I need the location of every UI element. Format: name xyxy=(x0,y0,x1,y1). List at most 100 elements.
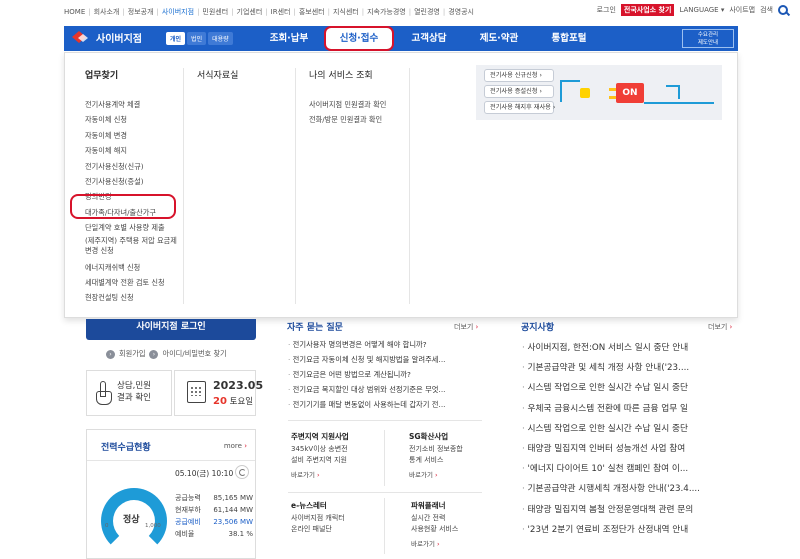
task-finder-item[interactable]: 자동이체 해지 xyxy=(85,143,183,158)
customer-type-tab[interactable]: 개인 xyxy=(166,32,186,45)
top-link[interactable]: 기업센터 xyxy=(237,7,263,17)
gnb-menu: 조회·납부 신청·접수 고객상담 제도·약관 통합포털 xyxy=(254,26,604,51)
faq-list: 전기사용자 명의변경은 어떻게 해야 합니까?전기요금 자동이체 신청 및 해지… xyxy=(288,337,482,412)
gauge-max: 1,000 xyxy=(145,523,161,529)
task-finder-item[interactable]: 에너지캐쉬백 신청 xyxy=(85,260,183,275)
office-finder-link[interactable]: 전국사업소 찾기 xyxy=(620,4,675,16)
faq-item[interactable]: 전기사용자 명의변경은 어떻게 해야 합니까? xyxy=(288,337,482,352)
top-link[interactable]: 홍보센터 xyxy=(299,7,325,17)
top-link[interactable]: 정보공개 xyxy=(128,7,154,17)
banner-button[interactable]: 전기사용 증설신청 › xyxy=(484,85,554,98)
top-link[interactable]: HOME xyxy=(64,8,85,16)
faq-item[interactable]: 전기요금 자동이체 신청 및 해지방법을 알려주세... xyxy=(288,352,482,367)
service-go-link[interactable]: 바로가기 xyxy=(409,470,463,481)
top-link[interactable]: 경영공시 xyxy=(448,7,474,17)
service-shortcut[interactable]: 파워플래너 실시간 전력 사용현황 서비스 바로가기 xyxy=(411,500,458,550)
service-title: SG확산사업 xyxy=(409,432,449,441)
faq-item[interactable]: 전기요금은 어떤 방법으로 계산됩니까? xyxy=(288,367,482,382)
power-stat-value: 23,506 MW xyxy=(213,518,253,526)
logo-text: 사이버지점 xyxy=(96,34,142,45)
faq-item[interactable]: 전기기기를 매달 변동없이 사용하는데 갑자기 전... xyxy=(288,397,482,412)
column-divider xyxy=(183,68,184,304)
power-stat-row: 공급능력 85,165 MW xyxy=(175,492,253,504)
task-finder-item[interactable]: 단일계약 호별 사용량 제출 xyxy=(85,220,183,235)
gnb-menu-item[interactable]: 조회·납부 xyxy=(254,26,324,51)
search-icon[interactable] xyxy=(778,5,788,15)
gnb-menu-item[interactable]: 제도·약관 xyxy=(464,26,534,51)
banner-button[interactable]: 전기사용 해지후 재사용 › xyxy=(484,101,555,114)
consultation-result-box[interactable]: 상담,민원 결과 확인 xyxy=(86,370,172,416)
notice-item[interactable]: 기본공급약관 시행세칙 개정사항 안내('23.4.... xyxy=(522,479,734,499)
task-finder-item[interactable]: 전기사용신청(신규) xyxy=(85,159,183,174)
electric-service-banner: 전기사용 신규신청 › 전기사용 증설신청 › 전기사용 해지후 재사용 › ON xyxy=(476,65,722,120)
my-service-title[interactable]: 나의 서비스 조회 xyxy=(309,68,419,81)
service-go-link[interactable]: 바로가기 xyxy=(411,539,458,550)
link-separator: | xyxy=(361,8,365,16)
member-join-link[interactable]: 회원가입 xyxy=(119,349,145,359)
faq-more-link[interactable]: 더보기 xyxy=(454,322,478,332)
task-finder-item[interactable]: (제주지역) 주택용 저압 요금제 변경 신청 xyxy=(85,236,183,260)
notice-item[interactable]: '23년 2분기 연료비 조정단가 산정내역 안내 xyxy=(522,520,734,540)
task-finder-item[interactable]: 현장컨설팅 신청 xyxy=(85,290,183,305)
task-finder-item[interactable]: 세대별계약 전환 검토 신청 xyxy=(85,275,183,290)
power-more-link[interactable]: more xyxy=(224,442,247,450)
service-title: 주변지역 지원사업 xyxy=(291,432,349,441)
power-stat-label: 공급예비 xyxy=(175,518,201,526)
consultation-result-label: 상담,민원 결과 확인 xyxy=(117,381,151,403)
my-service-item[interactable]: 사이버지점 민원결과 확인 xyxy=(309,97,419,112)
notice-item[interactable]: 시스템 작업으로 인한 실시간 수납 일시 중단 xyxy=(522,378,734,398)
task-finder-item[interactable]: 자동이체 변경 xyxy=(85,128,183,143)
id-password-find-link[interactable]: 아이디/비밀번호 찾기 xyxy=(162,349,226,359)
service-shortcut[interactable]: 주변지역 지원사업 345kV이상 송변전 설비 주변지역 지원 바로가기 xyxy=(291,431,349,481)
gnb-menu-item[interactable]: 통합포털 xyxy=(534,26,604,51)
cable-illustration xyxy=(560,80,580,102)
top-right-links: 로그인 전국사업소 찾기 LANGUAGE ▾ 사이트맵 검색 xyxy=(597,4,788,16)
banner-button[interactable]: 전기사용 신규신청 › xyxy=(484,69,554,82)
task-finder-item[interactable]: 전기사용계약 체결 xyxy=(85,97,183,112)
top-link[interactable]: 사이버지점 xyxy=(162,7,194,17)
search-link[interactable]: 검색 xyxy=(760,5,773,15)
notice-item[interactable]: '에너지 다이어트 10' 실천 캠페인 참여 이... xyxy=(522,459,734,479)
notice-item[interactable]: 기본공급약관 및 세칙 개정 사항 안내('23.... xyxy=(522,358,734,378)
notice-item[interactable]: 우체국 금융시스템 전환에 따른 금융 업무 일 xyxy=(522,399,734,419)
notice-item[interactable]: 시스템 작업으로 인한 실시간 수납 일시 중단 xyxy=(522,419,734,439)
my-service-item[interactable]: 전화/방문 민원결과 확인 xyxy=(309,112,419,127)
top-link[interactable]: 지속가능경영 xyxy=(367,7,406,17)
hand-pointer-icon xyxy=(95,381,112,405)
top-link[interactable]: 지식센터 xyxy=(333,7,359,17)
cyber-branch-login-button[interactable]: 사이버지점 로그인 xyxy=(86,319,256,340)
service-shortcut[interactable]: e-뉴스레터 사이버지점 캐릭터 온라인 패널단 xyxy=(291,500,345,535)
my-service-list: 사이버지점 민원결과 확인 전화/방문 민원결과 확인 xyxy=(309,97,419,128)
notice-more-link[interactable]: 더보기 xyxy=(708,322,732,332)
link-separator: | xyxy=(88,8,91,16)
task-finder-item[interactable]: 자동이체 신청 xyxy=(85,112,183,127)
arrow-circle-icon: › xyxy=(106,349,115,359)
top-link[interactable]: IR센터 xyxy=(271,7,291,17)
customer-type-tab[interactable]: 법인 xyxy=(187,32,207,45)
gnb-menu-item[interactable]: 고객상담 xyxy=(394,26,464,51)
faq-item[interactable]: 전기요금 복지할인 대상 범위와 선정기준은 무엇... xyxy=(288,382,482,397)
power-stat-row: 현재부하 61,144 MW xyxy=(175,504,253,516)
link-separator: | xyxy=(408,8,412,16)
notice-item[interactable]: 태양광 밀집지역 인버터 성능개선 사업 참여 xyxy=(522,439,734,459)
top-link[interactable]: 민원센터 xyxy=(202,7,228,17)
notice-item[interactable]: 사이버지점, 한전:ON 서비스 일시 중단 안내 xyxy=(522,338,734,358)
service-go-link[interactable]: 바로가기 xyxy=(291,470,349,481)
notice-item[interactable]: 태양광 밀집지역 봄철 안정운영대책 관련 문의 xyxy=(522,500,734,520)
gnb-menu-item[interactable]: 신청·접수 xyxy=(324,26,394,51)
service-shortcut[interactable]: SG확산사업 전기소비 정보종합 통계 서비스 바로가기 xyxy=(409,431,463,481)
power-supply-panel: 전력수급현황 more 05.10(금) 10:10 정상 0 1,000 공급… xyxy=(86,429,256,559)
language-select[interactable]: LANGUAGE ▾ xyxy=(679,6,724,14)
top-link[interactable]: 열린경영 xyxy=(414,7,440,17)
gauge-min: 0 xyxy=(105,523,109,529)
task-finder-item[interactable]: 전기사용신청(증설) xyxy=(85,174,183,189)
cyber-branch-logo[interactable]: 사이버지점 xyxy=(72,30,142,45)
login-link[interactable]: 로그인 xyxy=(597,5,616,15)
sitemap-link[interactable]: 사이트맵 xyxy=(729,5,755,15)
customer-type-tab[interactable]: 대용량 xyxy=(208,32,233,45)
top-link[interactable]: 회사소개 xyxy=(94,7,120,17)
wire-illustration xyxy=(666,85,680,99)
forms-title[interactable]: 서식자료실 xyxy=(197,68,297,81)
refresh-icon[interactable] xyxy=(235,465,249,479)
demand-management-button[interactable]: 수요관리 제도안내 xyxy=(682,29,734,48)
